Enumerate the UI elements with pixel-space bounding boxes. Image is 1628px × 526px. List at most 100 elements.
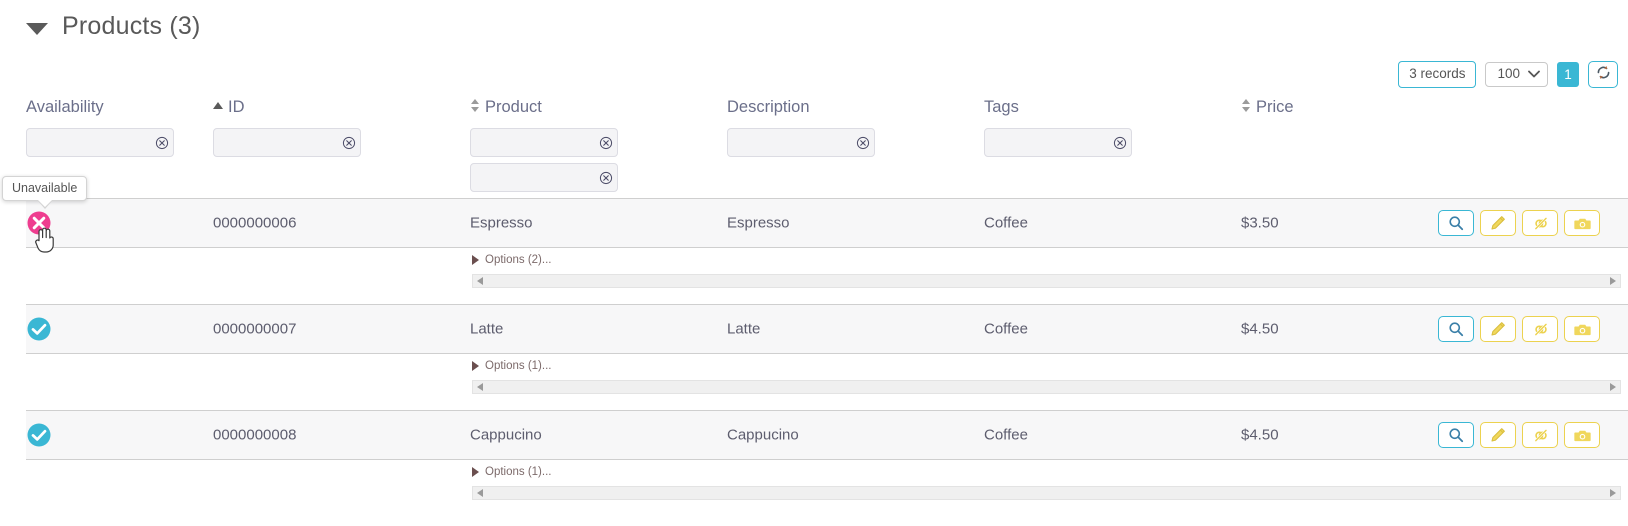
clear-filter-icon[interactable] — [155, 136, 169, 150]
edit-button[interactable] — [1480, 422, 1516, 448]
cell-price: $4.50 — [1241, 320, 1279, 338]
photo-button[interactable] — [1564, 422, 1600, 448]
clear-filter-icon[interactable] — [1113, 136, 1127, 150]
refresh-button[interactable] — [1588, 61, 1618, 88]
filter-wrapper — [470, 163, 618, 192]
pencil-icon — [1490, 321, 1506, 337]
clear-filter-icon[interactable] — [599, 171, 613, 185]
availability-unavailable-icon[interactable] — [26, 210, 52, 236]
row-expander: Options (1)... — [26, 460, 1628, 486]
column-header-label: Product — [485, 97, 542, 116]
cell-price: $3.50 — [1241, 214, 1279, 232]
scroll-right-arrow-icon[interactable] — [1610, 277, 1616, 285]
column-header-label: Price — [1256, 97, 1294, 116]
table-row[interactable]: 0000000008 Cappucino Cappucino Coffee $4.50 — [26, 410, 1628, 460]
availability-available-icon[interactable] — [26, 422, 52, 448]
row-expander: Options (2)... — [26, 248, 1628, 274]
cell-tags: Coffee — [984, 320, 1028, 338]
row-spacer — [0, 500, 1628, 516]
cell-product: Latte — [470, 320, 504, 338]
options-expander[interactable]: Options (2)... — [472, 254, 551, 266]
pagination-page-1[interactable]: 1 — [1557, 62, 1579, 87]
options-expander[interactable]: Options (1)... — [472, 360, 551, 372]
chevron-down-icon — [1528, 67, 1540, 81]
availability-available-icon[interactable] — [26, 316, 52, 342]
options-label: Options (1)... — [485, 466, 552, 478]
column-product: Product — [470, 96, 618, 192]
options-expander[interactable]: Options (1)... — [472, 466, 551, 478]
clear-filter-icon[interactable] — [599, 136, 613, 150]
cell-price: $4.50 — [1241, 426, 1279, 444]
scroll-left-arrow-icon[interactable] — [477, 489, 483, 497]
row-actions — [1438, 422, 1600, 448]
row-actions — [1438, 210, 1600, 236]
column-header-product[interactable]: Product — [470, 96, 618, 118]
column-header-availability[interactable]: Availability — [26, 96, 174, 118]
scroll-left-arrow-icon[interactable] — [477, 277, 483, 285]
row-actions — [1438, 316, 1600, 342]
photo-button[interactable] — [1564, 210, 1600, 236]
filter-wrapper — [470, 128, 618, 157]
column-price: Price — [1241, 96, 1294, 118]
table-row[interactable]: 0000000006 Espresso Espresso Coffee $3.50 — [26, 198, 1628, 248]
pencil-icon — [1490, 427, 1506, 443]
cell-id: 0000000007 — [213, 320, 297, 338]
caret-right-icon[interactable] — [472, 255, 479, 265]
scroll-right-arrow-icon[interactable] — [1610, 489, 1616, 497]
filter-wrapper — [984, 128, 1132, 157]
column-header-tags[interactable]: Tags — [984, 96, 1132, 118]
caret-down-icon[interactable] — [26, 23, 48, 35]
unlink-button[interactable] — [1522, 316, 1558, 342]
clear-filter-icon[interactable] — [342, 136, 356, 150]
view-button[interactable] — [1438, 210, 1474, 236]
page-size-select[interactable]: 100 — [1485, 62, 1548, 87]
filter-input-description[interactable] — [727, 128, 875, 157]
section-header: Products (3) — [26, 14, 201, 39]
photo-button[interactable] — [1564, 316, 1600, 342]
horizontal-scrollbar[interactable] — [472, 274, 1621, 288]
edit-button[interactable] — [1480, 210, 1516, 236]
column-description: Description — [727, 96, 875, 157]
view-button[interactable] — [1438, 316, 1474, 342]
column-header-label: Description — [727, 97, 810, 116]
horizontal-scrollbar[interactable] — [472, 486, 1621, 500]
filter-input-tags[interactable] — [984, 128, 1132, 157]
scroll-right-arrow-icon[interactable] — [1610, 383, 1616, 391]
cell-id: 0000000008 — [213, 426, 297, 444]
column-header-description[interactable]: Description — [727, 96, 875, 118]
cell-product: Espresso — [470, 214, 533, 232]
column-header-label: Tags — [984, 97, 1019, 116]
unlink-button[interactable] — [1522, 210, 1558, 236]
filter-wrapper — [727, 128, 875, 157]
sort-ascending-icon — [213, 101, 223, 109]
caret-right-icon[interactable] — [472, 361, 479, 371]
column-header-id[interactable]: ID — [213, 96, 361, 118]
edit-button[interactable] — [1480, 316, 1516, 342]
horizontal-scrollbar[interactable] — [472, 380, 1621, 394]
table-row[interactable]: 0000000007 Latte Latte Coffee $4.50 — [26, 304, 1628, 354]
view-button[interactable] — [1438, 422, 1474, 448]
options-label: Options (1)... — [485, 360, 552, 372]
clear-filter-icon[interactable] — [856, 136, 870, 150]
column-header-price[interactable]: Price — [1241, 96, 1294, 118]
unlink-button[interactable] — [1522, 422, 1558, 448]
grid-body: 0000000006 Espresso Espresso Coffee $3.50 Opt… — [0, 198, 1628, 516]
row-expander: Options (1)... — [26, 354, 1628, 380]
filter-input-availability[interactable] — [26, 128, 174, 157]
cell-description: Latte — [727, 320, 761, 338]
filter-input-product[interactable] — [470, 128, 618, 157]
magnifier-icon — [1448, 215, 1464, 231]
filter-input-id[interactable] — [213, 128, 361, 157]
filter-input-product-2[interactable] — [470, 163, 618, 192]
cell-product: Cappucino — [470, 426, 542, 444]
options-label: Options (2)... — [485, 254, 552, 266]
row-spacer — [0, 288, 1628, 304]
page-title: Products (3) — [62, 12, 201, 40]
caret-right-icon[interactable] — [472, 467, 479, 477]
pencil-icon — [1490, 215, 1506, 231]
scroll-left-arrow-icon[interactable] — [477, 383, 483, 391]
sort-toggle-icon — [470, 98, 480, 118]
cell-tags: Coffee — [984, 214, 1028, 232]
refresh-icon — [1595, 64, 1612, 86]
cell-tags: Coffee — [984, 426, 1028, 444]
